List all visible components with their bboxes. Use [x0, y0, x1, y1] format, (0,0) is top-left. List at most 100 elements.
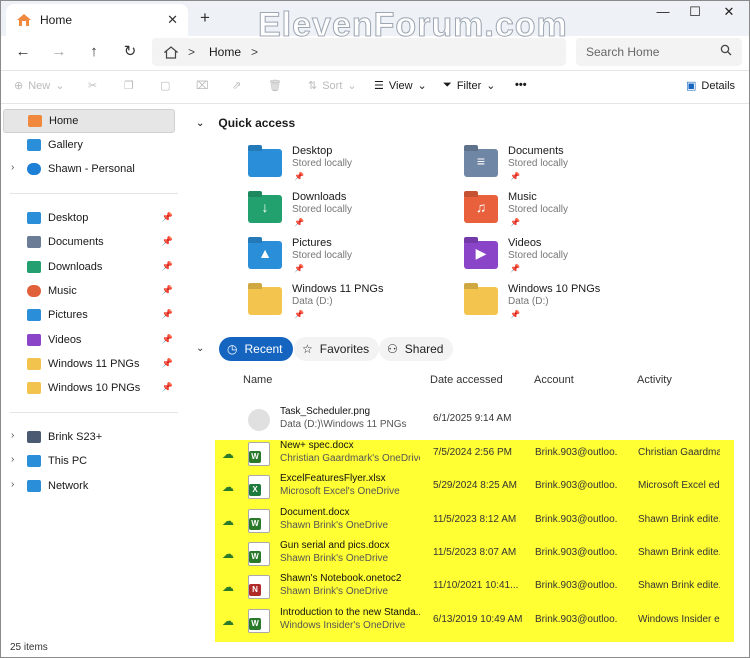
file-row[interactable]: ☁ X ExcelFeaturesFlyer.xlsx Microsoft Ex… [184, 471, 750, 504]
nav-item-brink-s23[interactable]: › Brink S23+ [3, 425, 175, 449]
pin-icon: 📌 [161, 285, 173, 295]
file-type-badge: W [249, 451, 261, 463]
quick-access-header[interactable]: ⌄ Quick access [196, 116, 295, 130]
file-location: Christian Gaardmark's OneDrive [280, 453, 420, 464]
qa-downloads[interactable]: ↓ Downloads Stored locally 📌 [248, 191, 448, 233]
nav-item-windows-11-pngs[interactable]: Windows 11 PNGs 📌 [3, 352, 175, 376]
file-date: 5/29/2024 8:25 AM [433, 480, 517, 491]
qa-windows-11-pngs[interactable]: Windows 11 PNGs Data (D:) 📌 [248, 283, 448, 325]
file-row[interactable]: ☁ W Document.docx Shawn Brink's OneDrive… [184, 505, 750, 538]
home-icon [17, 14, 31, 26]
more-options-button[interactable]: ••• [515, 79, 527, 91]
nav-item-music[interactable]: Music 📌 [3, 279, 175, 303]
qa-name: Downloads [292, 191, 347, 203]
new-button[interactable]: ⊕ New ⌄ [14, 79, 64, 93]
tab-recent[interactable]: ◷ Recent [219, 337, 293, 361]
search-icon [720, 44, 732, 56]
delete-button[interactable]: 🗑 [268, 79, 282, 92]
qa-documents[interactable]: ≡ Documents Stored locally 📌 [464, 145, 664, 187]
nav-item-label: Gallery [48, 139, 83, 151]
nav-item-windows-10-pngs[interactable]: Windows 10 PNGs 📌 [3, 376, 175, 400]
qa-sub: Stored locally [292, 158, 353, 169]
new-tab-button[interactable]: + [200, 8, 210, 28]
column-account[interactable]: Account [534, 374, 574, 386]
refresh-button[interactable]: ↻ [119, 41, 141, 63]
tab-favorites[interactable]: ☆ Favorites [294, 337, 380, 361]
view-button[interactable]: ☰ View ⌄ [374, 79, 427, 93]
copy-button[interactable]: ❐ [124, 79, 134, 92]
network-icon [27, 480, 41, 492]
file-row[interactable]: ☁ N Shawn's Notebook.onetoc2 Shawn Brink… [184, 571, 750, 604]
folder-icon [27, 382, 41, 394]
word-file-icon: W [248, 542, 270, 566]
back-button[interactable]: ← [12, 41, 34, 63]
paste-button[interactable]: ▢ [160, 79, 170, 92]
column-name[interactable]: Name [243, 374, 272, 386]
nav-item-network[interactable]: › Network [3, 474, 175, 498]
file-name: Shawn's Notebook.onetoc2 [280, 573, 402, 584]
maximize-button[interactable]: ☐ [680, 4, 710, 20]
tab-home[interactable]: Home ✕ [6, 4, 188, 36]
onedrive-cloud-icon [27, 163, 41, 175]
nav-item-videos[interactable]: Videos 📌 [3, 328, 175, 352]
nav-item-desktop[interactable]: Desktop 📌 [3, 206, 175, 230]
chevron-right-icon[interactable]: › [11, 479, 14, 490]
file-name: Document.docx [280, 507, 350, 518]
rename-button[interactable]: ⌧ [196, 79, 209, 92]
chevron-right-icon[interactable]: › [11, 430, 14, 441]
folder-icon [464, 287, 498, 315]
file-date: 7/5/2024 2:56 PM [433, 447, 512, 458]
breadcrumb-home[interactable]: Home [209, 45, 241, 59]
close-tab-icon[interactable]: ✕ [167, 12, 178, 28]
qa-videos[interactable]: ▶ Videos Stored locally 📌 [464, 237, 664, 279]
details-pane-icon: ▣ [686, 80, 697, 92]
nav-item-downloads[interactable]: Downloads 📌 [3, 255, 175, 279]
filter-label: Filter [456, 79, 482, 92]
file-row[interactable]: ☁ W Gun serial and pics.docx Shawn Brink… [184, 538, 750, 571]
file-row[interactable]: ☁ W Introduction to the new Standa... Wi… [184, 605, 750, 638]
up-button[interactable]: ↑ [83, 41, 105, 63]
cloud-icon: ☁ [222, 447, 234, 461]
chevron-down-icon[interactable]: ⌄ [196, 118, 204, 129]
details-button[interactable]: ▣ Details [686, 79, 735, 93]
file-name: Gun serial and pics.docx [280, 540, 390, 551]
cut-button[interactable]: ✂ [88, 79, 97, 92]
nav-item-onedrive[interactable]: › Shawn - Personal [3, 157, 175, 181]
chevron-right-icon[interactable]: › [11, 162, 14, 173]
downloads-glyph: ↓ [261, 199, 269, 215]
column-date-accessed[interactable]: Date accessed [430, 374, 503, 386]
qa-name: Desktop [292, 145, 333, 157]
share-button[interactable]: ⇗ [232, 79, 241, 92]
nav-item-this-pc[interactable]: › This PC [3, 449, 175, 473]
nav-item-documents[interactable]: Documents 📌 [3, 230, 175, 254]
minimize-button[interactable]: — [648, 4, 678, 19]
search-input[interactable]: Search Home [576, 38, 742, 66]
nav-item-pictures[interactable]: Pictures 📌 [3, 303, 175, 327]
column-activity[interactable]: Activity [637, 374, 672, 386]
qa-desktop[interactable]: Desktop Stored locally 📌 [248, 145, 448, 187]
copy-icon: ❐ [124, 80, 134, 92]
file-row[interactable]: ☁ W New+ spec.docx Christian Gaardmark's… [184, 438, 750, 471]
file-location: Shawn Brink's OneDrive [280, 586, 389, 597]
qa-pictures[interactable]: ▲ Pictures Stored locally 📌 [248, 237, 448, 279]
nav-item-home[interactable]: Home [3, 109, 175, 133]
nav-item-gallery[interactable]: Gallery [3, 133, 175, 157]
desktop-icon [27, 212, 41, 224]
chevron-down-icon[interactable]: ⌄ [196, 343, 204, 354]
filter-button[interactable]: ⏷ Filter ⌄ [443, 79, 495, 92]
nav-divider [10, 412, 178, 413]
music-glyph: ♫ [475, 199, 487, 215]
sort-button[interactable]: ⇅ Sort ⌄ [308, 79, 357, 93]
qa-music[interactable]: ♫ Music Stored locally 📌 [464, 191, 664, 233]
tab-shared[interactable]: ⚇ Shared [379, 337, 454, 361]
breadcrumb-sep[interactable]: > [251, 45, 258, 59]
forward-button[interactable]: → [48, 41, 70, 63]
chevron-right-icon[interactable]: › [11, 454, 14, 465]
nav-item-label: Pictures [48, 309, 88, 321]
qa-sub: Stored locally [508, 158, 569, 169]
pin-icon: 📌 [161, 309, 173, 319]
close-window-button[interactable]: ✕ [714, 4, 744, 20]
file-activity: Shawn Brink edite... [638, 514, 720, 525]
file-row[interactable]: Task_Scheduler.png Data (D:)\Windows 11 … [184, 404, 750, 437]
qa-windows-10-pngs[interactable]: Windows 10 PNGs Data (D:) 📌 [464, 283, 664, 325]
